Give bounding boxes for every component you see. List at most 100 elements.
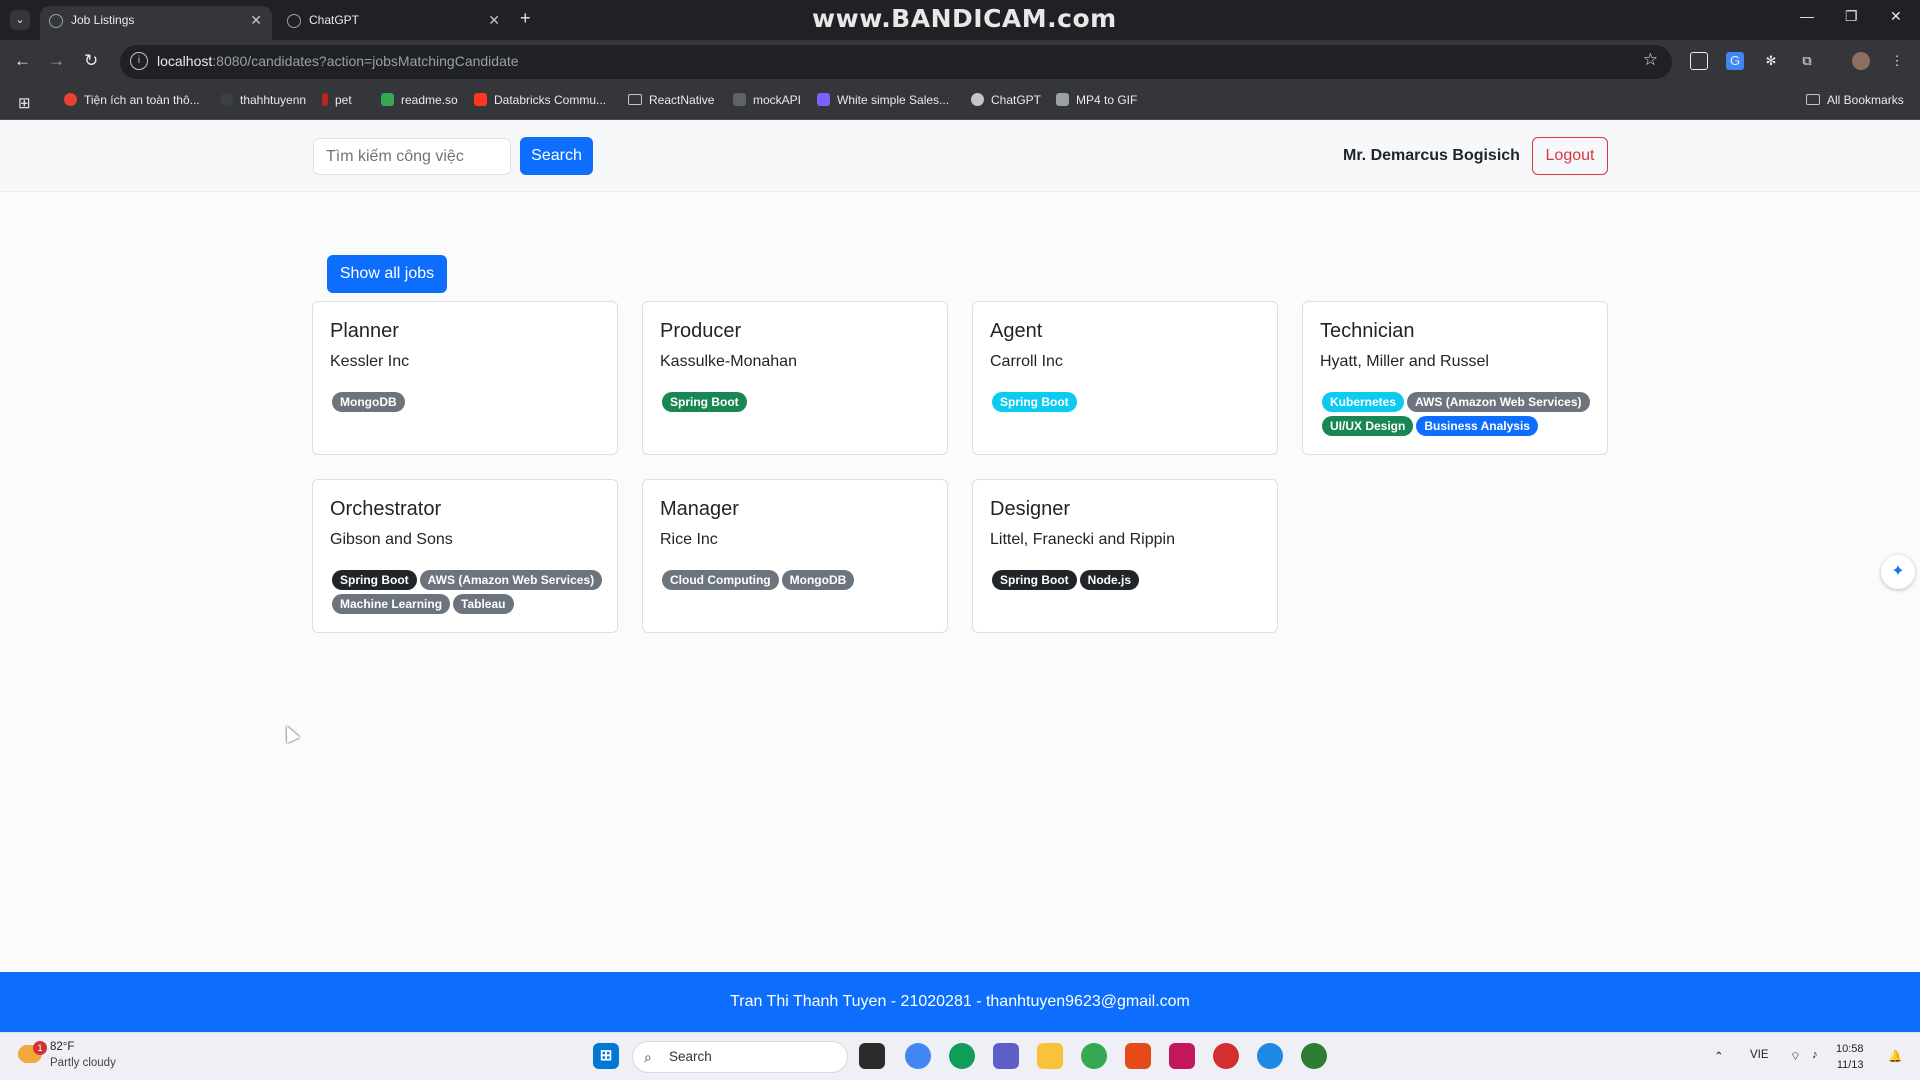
profile-avatar[interactable]: [1852, 52, 1870, 70]
bookmark-item[interactable]: thahhtuyenn: [220, 93, 306, 107]
bookmark-item[interactable]: Databricks Commu...: [474, 93, 606, 107]
task-view-icon[interactable]: [859, 1043, 885, 1069]
job-card[interactable]: Planner Kessler Inc MongoDB: [312, 301, 618, 455]
taskbar-search[interactable]: ⌕ Search: [632, 1041, 848, 1073]
apps-grid-icon[interactable]: ⊞: [18, 94, 31, 112]
folder-icon: [1806, 94, 1820, 105]
tab-chatgpt[interactable]: ChatGPT ✕: [278, 6, 510, 40]
skill-badge: Cloud Computing: [662, 570, 779, 590]
skill-badge: MongoDB: [332, 392, 405, 412]
search-button[interactable]: Search: [520, 137, 593, 175]
bandicam-record-icon[interactable]: [1213, 1043, 1239, 1069]
mouse-cursor-icon: [280, 722, 300, 744]
browser-chrome: ⌄ Job Listings ✕ ChatGPT ✕ + www.BANDICA…: [0, 0, 1920, 120]
extensions-puzzle-icon[interactable]: ⧉: [1798, 52, 1816, 70]
chrome-active-icon[interactable]: [1081, 1043, 1107, 1069]
edge-icon[interactable]: [949, 1043, 975, 1069]
teams-icon[interactable]: [993, 1043, 1019, 1069]
company-name: Hyatt, Miller and Russel: [1320, 353, 1489, 370]
bookmark-folder[interactable]: ReactNative: [628, 93, 714, 107]
job-card[interactable]: Technician Hyatt, Miller and Russel Kube…: [1302, 301, 1608, 455]
close-tab-icon[interactable]: ✕: [250, 6, 262, 34]
wps-office-icon[interactable]: [1125, 1043, 1151, 1069]
job-card[interactable]: Producer Kassulke-Monahan Spring Boot: [642, 301, 948, 455]
job-title: Producer: [660, 320, 742, 342]
skill-badge: Spring Boot: [332, 570, 417, 590]
job-card[interactable]: Manager Rice Inc Cloud Computing MongoDB: [642, 479, 948, 633]
company-name: Gibson and Sons: [330, 531, 453, 548]
bookmark-item[interactable]: readme.so: [381, 93, 458, 107]
translate-extension-icon[interactable]: G: [1726, 52, 1744, 70]
bookmark-item[interactable]: ChatGPT: [971, 93, 1041, 107]
file-explorer-icon[interactable]: [1037, 1043, 1063, 1069]
bookmark-item[interactable]: MP4 to GIF: [1056, 93, 1137, 107]
back-icon[interactable]: ←: [14, 51, 31, 71]
folder-icon: [628, 94, 642, 105]
page-content: Search Mr. Demarcus Bogisich Logout Show…: [0, 120, 1920, 1032]
windows-taskbar: 1 82°F Partly cloudy ⊞ ⌕ Search ⌃ VIE ⌔ …: [0, 1032, 1920, 1080]
clock-date: 11/13: [1836, 1059, 1864, 1071]
site-info-icon[interactable]: i: [130, 52, 148, 70]
volume-icon[interactable]: ♪: [1812, 1049, 1818, 1061]
bookmark-star-icon[interactable]: ☆: [1643, 50, 1658, 70]
more-menu-icon[interactable]: ⋮: [1888, 52, 1906, 70]
minimize-icon[interactable]: —: [1800, 8, 1814, 24]
new-tab-button[interactable]: +: [520, 8, 531, 29]
job-card[interactable]: Orchestrator Gibson and Sons Spring Boot…: [312, 479, 618, 633]
job-title: Designer: [990, 498, 1071, 520]
skill-tags: Cloud Computing MongoDB: [662, 570, 947, 590]
show-all-jobs-button[interactable]: Show all jobs: [327, 255, 447, 293]
logout-button[interactable]: Logout: [1532, 137, 1608, 175]
job-title: Manager: [660, 498, 739, 520]
wifi-icon[interactable]: ⌔: [1790, 1049, 1801, 1064]
zalo-icon[interactable]: [1257, 1043, 1283, 1069]
job-search-input[interactable]: [313, 138, 511, 175]
qr-extension-icon[interactable]: [1690, 52, 1708, 70]
bookmark-item[interactable]: Tiện ích an toàn thô...: [64, 93, 200, 107]
close-window-icon[interactable]: ✕: [1890, 8, 1902, 25]
close-tab-icon[interactable]: ✕: [488, 6, 500, 34]
skill-tags: Spring Boot: [662, 392, 947, 412]
skill-badge: Kubernetes: [1322, 392, 1405, 412]
user-name: Mr. Demarcus Bogisich: [1343, 147, 1520, 164]
hs-app-icon[interactable]: [1301, 1043, 1327, 1069]
tab-search-icon[interactable]: ⌄: [10, 10, 30, 30]
job-card[interactable]: Agent Carroll Inc Spring Boot: [972, 301, 1278, 455]
skill-tags: Spring Boot: [992, 392, 1277, 412]
navbar: Search Mr. Demarcus Bogisich Logout: [0, 120, 1920, 192]
job-title: Agent: [990, 320, 1043, 342]
restore-icon[interactable]: ❐: [1845, 8, 1858, 25]
skill-badge: Machine Learning: [332, 594, 451, 614]
footer: Tran Thi Thanh Tuyen - 21020281 - thanht…: [0, 972, 1920, 1032]
language-indicator[interactable]: VIE: [1750, 1049, 1769, 1061]
notification-bell-icon[interactable]: 🔔: [1888, 1049, 1902, 1063]
bookmark-item[interactable]: pet: [322, 93, 352, 107]
intellij-icon[interactable]: [1169, 1043, 1195, 1069]
all-bookmarks-folder[interactable]: All Bookmarks: [1806, 93, 1904, 107]
chatgpt-icon: [971, 93, 984, 106]
search-icon: ⌕: [644, 1049, 652, 1065]
ai-assistant-sparkle-icon[interactable]: ✦: [1881, 555, 1915, 589]
job-card[interactable]: Designer Littel, Franecki and Rippin Spr…: [972, 479, 1278, 633]
tab-label: Job Listings: [71, 13, 135, 27]
extension-icon[interactable]: ✻: [1762, 52, 1780, 70]
github-icon: [220, 93, 233, 106]
clock-time: 10:58: [1836, 1043, 1864, 1055]
windows-start-icon[interactable]: ⊞: [593, 1043, 619, 1069]
forward-icon[interactable]: →: [48, 51, 65, 71]
databricks-icon: [474, 93, 487, 106]
reload-icon[interactable]: ↻: [84, 51, 98, 71]
tab-job-listings[interactable]: Job Listings ✕: [40, 6, 272, 40]
system-clock[interactable]: 10:58 11/13: [1836, 1041, 1864, 1073]
bookmark-favicon: [322, 93, 328, 106]
weather-condition: Partly cloudy: [50, 1057, 116, 1069]
address-bar[interactable]: i localhost:8080/candidates?action=jobsM…: [120, 45, 1672, 79]
tab-label: ChatGPT: [309, 13, 360, 27]
bookmark-item[interactable]: mockAPI: [733, 93, 801, 107]
bookmark-item[interactable]: White simple Sales...: [817, 93, 949, 107]
url-text[interactable]: localhost:8080/candidates?action=jobsMat…: [157, 53, 519, 69]
chrome-icon[interactable]: [905, 1043, 931, 1069]
company-name: Littel, Franecki and Rippin: [990, 531, 1175, 548]
chevron-up-icon[interactable]: ⌃: [1714, 1049, 1724, 1063]
skill-badge: UI/UX Design: [1322, 416, 1414, 436]
